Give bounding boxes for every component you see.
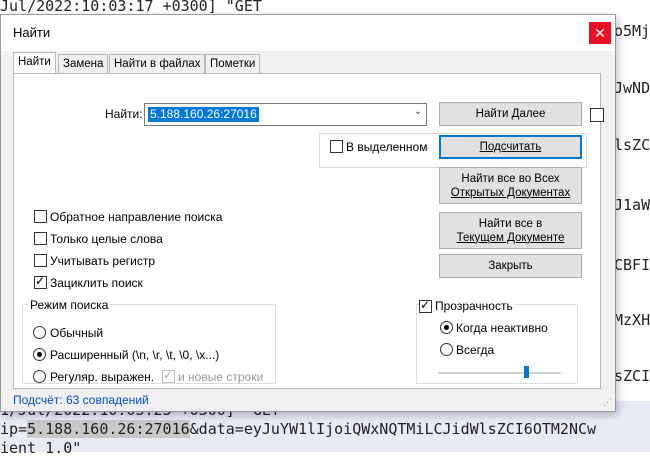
find-next-button[interactable]: Найти Далее [439,102,582,126]
mode-normal-radio[interactable] [33,326,46,339]
find-panel: Найти: 5.188.160.26:27016 ⌄ Найти Далее … [13,73,604,389]
editor-line: ient 1.0" [0,439,82,457]
status-text: Подсчёт: 63 совпадений [13,393,149,407]
mode-extended-radio[interactable] [33,348,46,361]
on-inactive-radio[interactable] [440,321,453,334]
find-label: Найти: [105,107,143,121]
editor-line-tail: J1aW [614,196,650,214]
wrap-label: Зациклить поиск [50,276,143,290]
close-icon[interactable]: ✕ [589,22,611,44]
mode-regex-label: Регуляр. выражен. [50,370,155,384]
wrap-checkbox[interactable]: ✓ [34,274,47,289]
whole-word-checkbox[interactable] [34,232,47,245]
backward-checkbox[interactable] [34,210,47,223]
editor-line-tail: sZCI [614,367,650,385]
find-value: 5.188.160.26:27016 [148,107,259,122]
count-button[interactable]: Подсчитать [439,135,582,159]
match-case-checkbox[interactable] [34,254,47,267]
mode-normal-label: Обычный [50,326,104,340]
find-all-current-doc-button[interactable]: Найти все в Текущем Документе [439,212,582,249]
tab-marks[interactable]: Пометки [205,54,261,73]
in-selection-label: В выделенном [346,140,428,154]
tab-find[interactable]: Найти [13,52,56,74]
editor-line-tail: MzXH [614,311,650,329]
editor-line-tail: CBFI [614,256,650,274]
transparency-slider-track[interactable] [438,372,561,374]
transparency-slider-thumb[interactable] [524,366,529,378]
in-selection-checkbox[interactable] [330,140,343,153]
dialog-titlebar[interactable]: Найти ✕ [1,15,615,51]
find-dialog: Найти ✕ Найти Замена Найти в файлах Поме… [0,14,616,412]
editor-line-tail: lsZC [614,136,650,154]
newline-checkbox[interactable]: ✓ [162,368,175,383]
chevron-down-icon[interactable]: ⌄ [414,106,422,117]
transparency-title: Прозрачность [433,299,515,313]
search-mode-title: Режим поиска [28,298,111,312]
match-case-label: Учитывать регистр [50,254,156,268]
find-next-checkbox[interactable] [590,108,604,122]
editor-line-match: ip=5.188.160.26:27016&data=eyJuYW1lIjoiQ… [0,420,597,438]
always-label: Всегда [456,343,495,357]
editor-line-tail: o5Mj [614,22,650,40]
dialog-title: Найти [13,25,51,40]
resize-grip-icon[interactable]: ⋰ [603,397,612,408]
search-match-highlight: 5.188.160.26:27016 [27,420,190,438]
editor-line: Jul/2022:10:03:17 +0300] "GET [0,0,262,15]
whole-word-label: Только целые слова [50,232,163,246]
on-inactive-label: Когда неактивно [456,321,548,335]
editor-line-tail: JwND [614,79,650,97]
transparency-checkbox[interactable]: ✓ [419,298,432,313]
always-radio[interactable] [440,343,453,356]
close-button[interactable]: Закрыть [439,254,582,278]
tab-find-in-files[interactable]: Найти в файлах [109,54,206,73]
newline-label: и новые строки [178,370,264,384]
mode-regex-radio[interactable] [33,370,46,383]
mode-extended-label: Расширенный (\n, \r, \t, \0, \x...) [50,348,220,362]
find-all-open-docs-button[interactable]: Найти все во Всех Открытых Документах [439,167,582,204]
tab-replace[interactable]: Замена [58,54,109,73]
backward-label: Обратное направление поиска [50,210,223,224]
find-input[interactable]: 5.188.160.26:27016 ⌄ [144,103,427,126]
